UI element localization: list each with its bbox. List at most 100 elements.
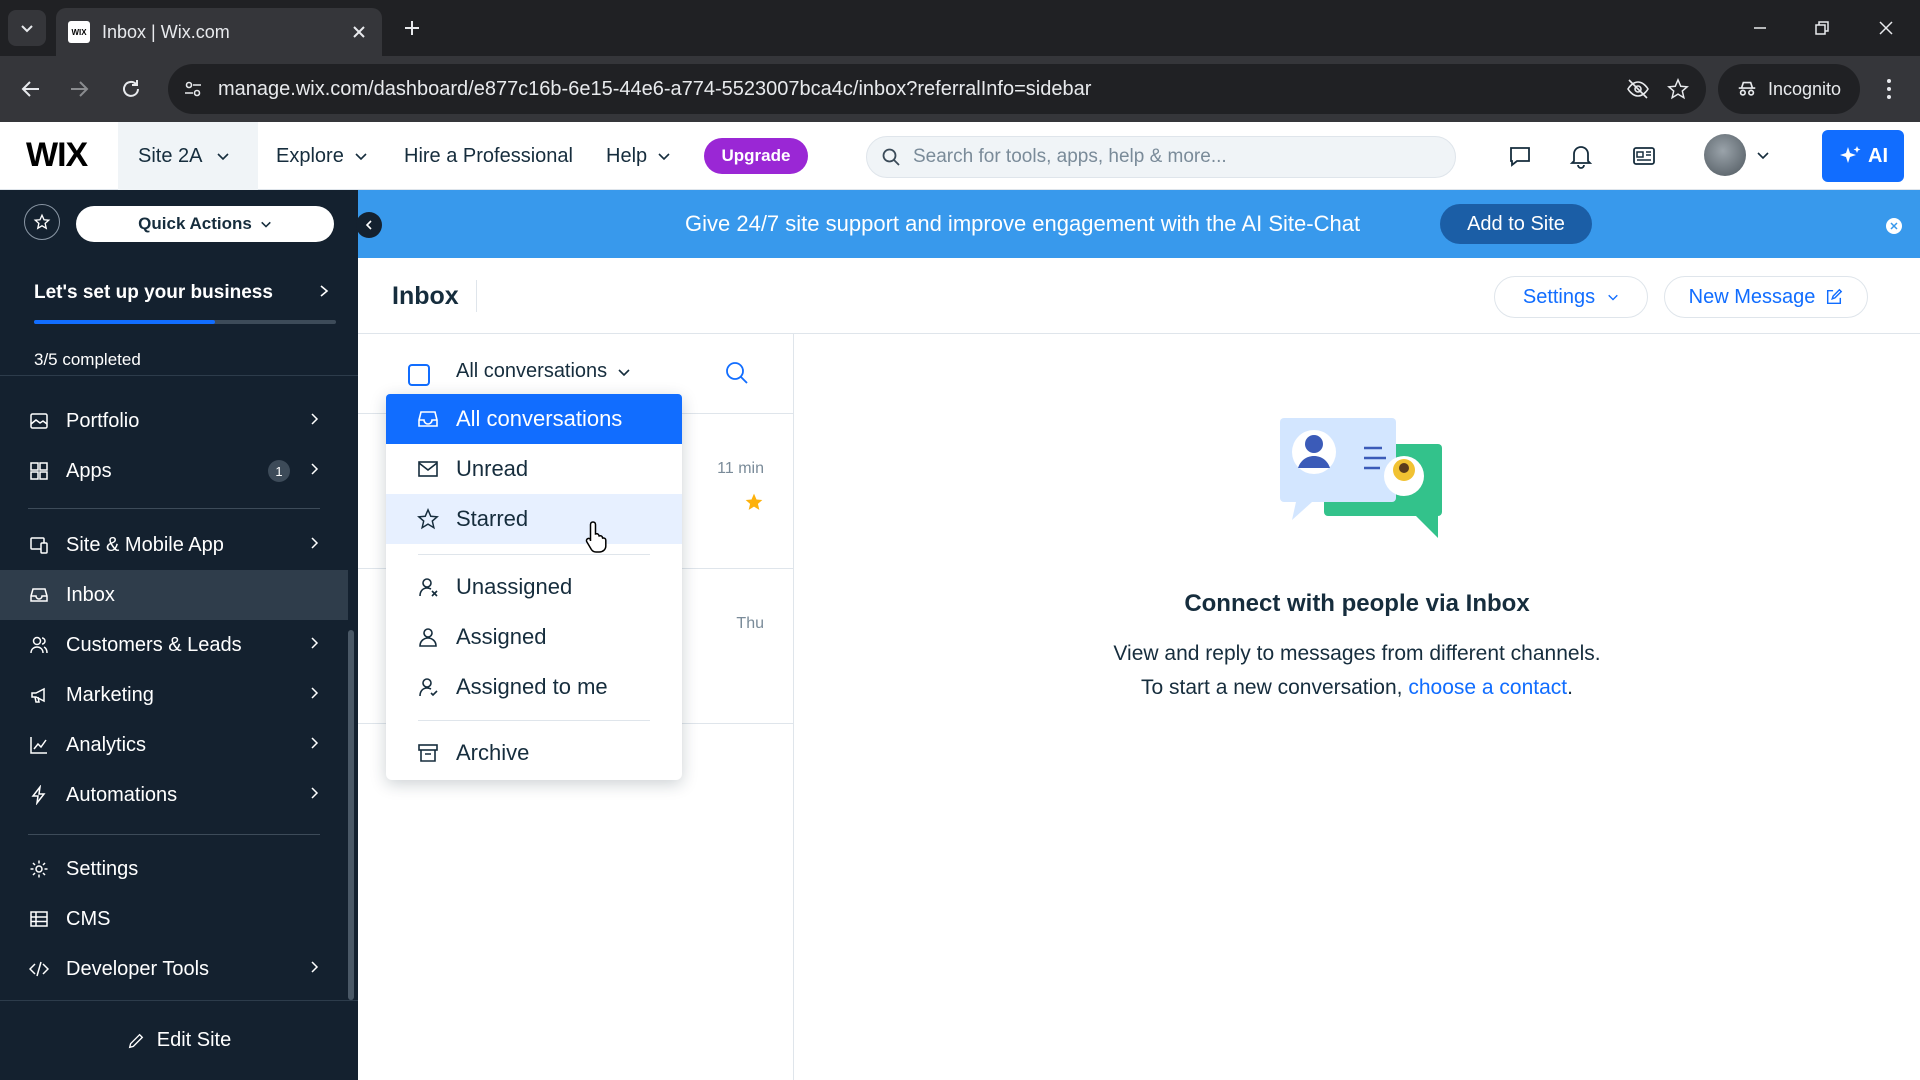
wix-logo[interactable]: WIX <box>26 136 88 175</box>
sparkle-icon <box>1840 146 1861 163</box>
restore-icon[interactable] <box>1802 10 1842 46</box>
sidebar-item-portfolio[interactable]: Portfolio <box>0 396 348 446</box>
tab-list-button[interactable] <box>8 10 46 46</box>
chevron-down-icon <box>1757 152 1769 160</box>
sidebar-item-analytics[interactable]: Analytics <box>0 720 348 770</box>
choose-contact-link[interactable]: choose a contact <box>1408 676 1567 699</box>
quick-actions-button[interactable]: Quick Actions <box>76 206 334 242</box>
pencil-icon <box>128 1033 144 1048</box>
browser-toolbar: manage.wix.com/dashboard/e877c16b-6e15-4… <box>0 56 1920 122</box>
browser-tabstrip: WIX Inbox | Wix.com <box>0 0 1920 56</box>
customers-icon <box>28 634 50 656</box>
inbox-header: Inbox Settings New Message <box>358 258 1920 334</box>
reload-icon[interactable] <box>112 70 150 108</box>
sidebar-scrollbar[interactable] <box>348 630 354 1000</box>
browser-tab-inbox[interactable]: WIX Inbox | Wix.com <box>56 8 382 56</box>
sidebar-item-label: Site & Mobile App <box>66 533 224 556</box>
list-search-icon[interactable] <box>724 360 750 386</box>
site-selector[interactable]: Site 2A <box>118 122 258 190</box>
search-bar[interactable] <box>866 136 1456 178</box>
sidebar-item-customers-leads[interactable]: Customers & Leads <box>0 620 348 670</box>
bookmark-star-icon[interactable] <box>1658 69 1698 109</box>
user-unassigned-icon <box>416 575 440 599</box>
back-arrow-icon[interactable] <box>12 70 50 108</box>
account-menu[interactable] <box>1704 134 1770 176</box>
sidebar-item-label: CMS <box>66 907 111 930</box>
filter-option-unassigned[interactable]: Unassigned <box>386 562 682 612</box>
sidebar-item-inbox[interactable]: Inbox <box>0 570 348 620</box>
sidebar-divider <box>28 508 320 509</box>
empty-state-prefix: To start a new conversation, <box>1141 676 1409 699</box>
nav-help[interactable]: Help <box>606 122 671 190</box>
window-close-icon[interactable] <box>1866 10 1906 46</box>
search-icon <box>882 148 900 166</box>
chevron-right-icon <box>310 686 320 700</box>
ai-button[interactable]: AI <box>1822 130 1904 182</box>
chevron-right-icon <box>310 786 320 800</box>
new-tab-plus-icon[interactable] <box>396 12 428 44</box>
filter-option-archive[interactable]: Archive <box>386 728 682 778</box>
filter-option-label: Archive <box>456 740 530 765</box>
updates-icon[interactable] <box>1626 138 1662 174</box>
settings-dropdown-button[interactable]: Settings <box>1494 276 1648 318</box>
sidebar-item-automations[interactable]: Automations <box>0 770 348 820</box>
site-info-icon[interactable] <box>182 78 204 100</box>
minimize-icon[interactable] <box>1740 10 1780 46</box>
filter-option-unread[interactable]: Unread <box>386 444 682 494</box>
forward-arrow-icon[interactable] <box>60 70 98 108</box>
sidebar-item-site-mobile-app[interactable]: Site & Mobile App <box>0 520 348 570</box>
hand-cursor-icon <box>584 520 612 554</box>
bell-icon[interactable] <box>1563 138 1599 174</box>
chat-icon[interactable] <box>1502 138 1538 174</box>
filter-option-label: All conversations <box>456 406 623 431</box>
conversation-filter-select[interactable]: All conversations <box>456 360 631 383</box>
filter-value: All conversations <box>456 360 608 382</box>
new-message-button[interactable]: New Message <box>1664 276 1868 318</box>
filter-option-assigned-to-me[interactable]: Assigned to me <box>386 662 682 712</box>
page-title: Inbox <box>392 282 459 310</box>
chevron-right-icon <box>318 284 330 298</box>
incognito-indicator[interactable]: Incognito <box>1718 64 1860 114</box>
banner-close-icon[interactable] <box>1886 218 1902 234</box>
upgrade-button[interactable]: Upgrade <box>704 138 808 174</box>
chevron-down-icon <box>217 153 230 161</box>
chevron-right-icon <box>310 536 320 550</box>
archive-icon <box>416 741 440 765</box>
sidebar-item-marketing[interactable]: Marketing <box>0 670 348 720</box>
chevron-down-icon <box>355 153 367 161</box>
starred-star-icon[interactable] <box>744 492 764 512</box>
sidebar-item-settings[interactable]: Settings <box>0 844 348 894</box>
edit-site-label: Edit Site <box>156 1029 232 1051</box>
add-to-site-button[interactable]: Add to Site <box>1440 204 1592 244</box>
filter-option-all[interactable]: All conversations <box>386 394 682 444</box>
sidebar-item-developer-tools[interactable]: Developer Tools <box>0 944 348 994</box>
chevron-down-icon <box>260 221 271 228</box>
filter-option-assigned[interactable]: Assigned <box>386 612 682 662</box>
browser-menu-icon[interactable] <box>1870 70 1908 108</box>
address-bar[interactable]: manage.wix.com/dashboard/e877c16b-6e15-4… <box>168 64 1706 114</box>
favorites-star-icon[interactable] <box>24 204 60 240</box>
chevron-left-icon <box>365 220 372 230</box>
site-mobile-icon <box>28 534 50 556</box>
tab-close-icon[interactable] <box>348 21 370 43</box>
filter-option-starred[interactable]: Starred <box>386 494 682 544</box>
empty-state-suffix: . <box>1567 676 1573 699</box>
nav-hire-professional[interactable]: Hire a Professional <box>404 122 573 190</box>
search-input[interactable] <box>913 146 1433 168</box>
setup-progress-fill <box>34 320 216 324</box>
eye-off-icon[interactable] <box>1618 69 1658 109</box>
sidebar-collapse-toggle[interactable] <box>356 212 382 238</box>
nav-explore[interactable]: Explore <box>276 122 368 190</box>
sidebar-item-apps[interactable]: Apps 1 <box>0 446 348 496</box>
nav-hire-label: Hire a Professional <box>404 144 573 167</box>
sidebar-item-cms[interactable]: CMS <box>0 894 348 944</box>
sidebar: Quick Actions Let's set up your business… <box>0 190 358 1080</box>
chevron-right-icon <box>310 462 320 476</box>
url-text[interactable]: manage.wix.com/dashboard/e877c16b-6e15-4… <box>218 78 1618 101</box>
new-message-label: New Message <box>1688 285 1816 308</box>
filter-option-label: Starred <box>456 506 529 531</box>
edit-site-button[interactable]: Edit Site <box>0 1000 358 1080</box>
select-all-checkbox[interactable] <box>408 364 430 386</box>
sidebar-item-label: Developer Tools <box>66 957 210 980</box>
chevron-down-icon <box>21 25 33 33</box>
